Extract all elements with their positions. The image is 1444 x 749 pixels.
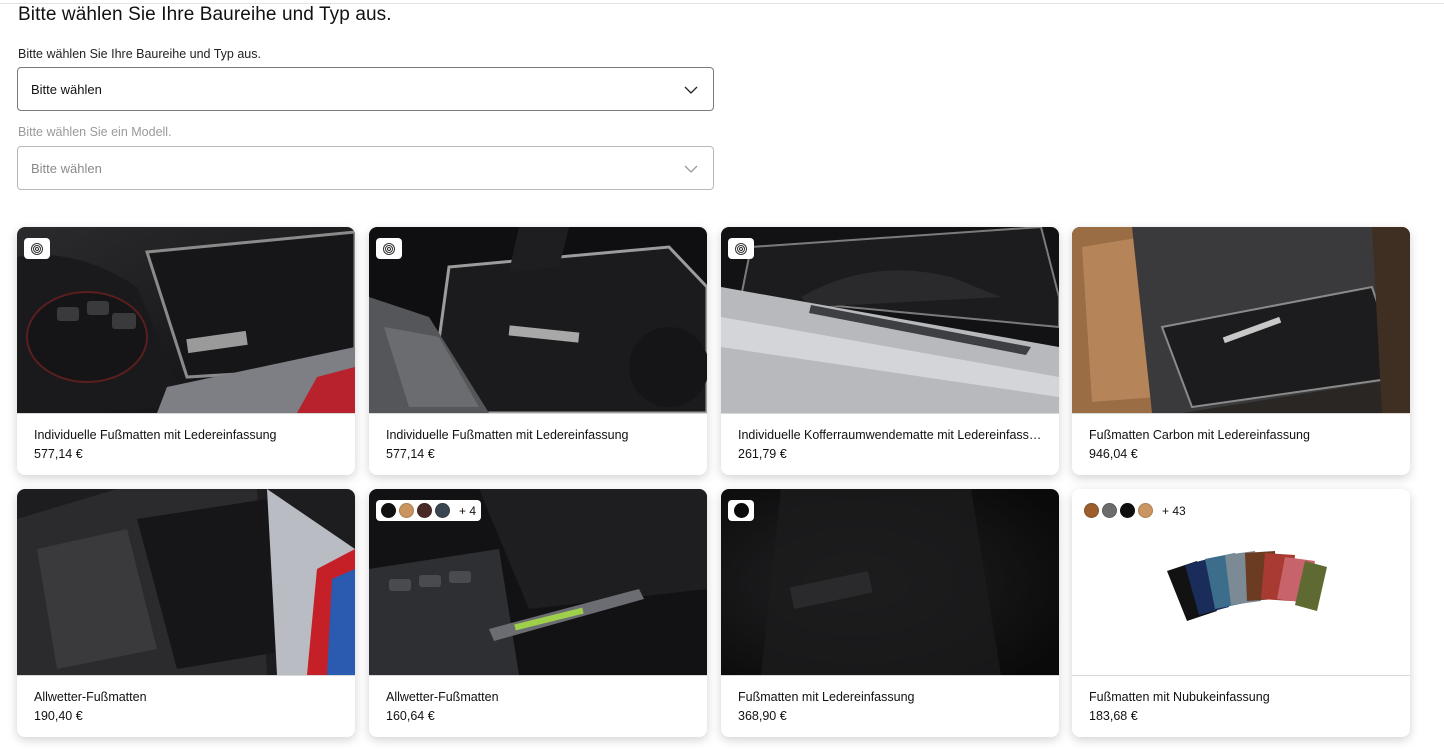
- model-select-value: Bitte wählen: [31, 160, 102, 176]
- product-info: Individuelle Kofferraumwendematte mit Le…: [721, 413, 1059, 475]
- product-card[interactable]: Fußmatten Carbon mit Ledereinfassung 946…: [1072, 227, 1410, 475]
- product-price: 577,14 €: [34, 447, 83, 461]
- fingerprint-icon: [735, 242, 747, 255]
- color-swatch: [1138, 503, 1153, 518]
- product-image: [17, 489, 355, 675]
- product-price: 183,68 €: [1089, 709, 1138, 723]
- product-price: 160,64 €: [386, 709, 435, 723]
- page-title: Bitte wählen Sie Ihre Baureihe und Typ a…: [18, 4, 392, 25]
- product-name: Fußmatten Carbon mit Ledereinfassung: [1089, 428, 1310, 442]
- product-card[interactable]: + 4 Allwetter-Fußmatten 160,64 €: [369, 489, 707, 737]
- model-select[interactable]: Bitte wählen: [17, 146, 714, 190]
- color-swatch: [1084, 503, 1099, 518]
- product-name: Individuelle Fußmatten mit Ledereinfassu…: [34, 428, 277, 442]
- product-image: + 43: [1072, 489, 1410, 675]
- product-info: Individuelle Fußmatten mit Ledereinfassu…: [369, 413, 707, 475]
- fingerprint-icon: [31, 242, 43, 255]
- color-swatches: [728, 500, 754, 521]
- color-swatch: [733, 503, 749, 518]
- product-card[interactable]: Allwetter-Fußmatten 190,40 €: [17, 489, 355, 737]
- product-name: Fußmatten mit Ledereinfassung: [738, 690, 915, 704]
- product-image: [721, 227, 1059, 413]
- product-price: 368,90 €: [738, 709, 787, 723]
- product-card[interactable]: Individuelle Fußmatten mit Ledereinfassu…: [17, 227, 355, 475]
- configurator-badge: [728, 238, 754, 259]
- color-swatches: + 43: [1079, 500, 1191, 521]
- product-price: 190,40 €: [34, 709, 83, 723]
- product-info: Fußmatten mit Ledereinfassung 368,90 €: [721, 675, 1059, 737]
- chevron-down-icon: [684, 86, 698, 94]
- product-image: [721, 489, 1059, 675]
- product-name: Fußmatten mit Nubukeinfassung: [1089, 690, 1270, 704]
- product-image: + 4: [369, 489, 707, 675]
- chevron-down-icon: [684, 165, 698, 173]
- product-card[interactable]: + 43 Fußmatten mit Nubukeinfassung 183,6…: [1072, 489, 1410, 737]
- product-name: Allwetter-Fußmatten: [34, 690, 147, 704]
- more-colors-count: + 43: [1162, 503, 1186, 518]
- product-image: [1072, 227, 1410, 413]
- product-name: Individuelle Fußmatten mit Ledereinfassu…: [386, 428, 629, 442]
- product-card[interactable]: Individuelle Kofferraumwendematte mit Le…: [721, 227, 1059, 475]
- product-price: 946,04 €: [1089, 447, 1138, 461]
- series-select-label: Bitte wählen Sie Ihre Baureihe und Typ a…: [18, 47, 261, 61]
- product-card[interactable]: Fußmatten mit Ledereinfassung 368,90 €: [721, 489, 1059, 737]
- model-select-label: Bitte wählen Sie ein Modell.: [18, 125, 172, 139]
- color-swatch: [1102, 503, 1117, 518]
- product-info: Fußmatten mit Nubukeinfassung 183,68 €: [1072, 675, 1410, 737]
- product-price: 577,14 €: [386, 447, 435, 461]
- product-info: Fußmatten Carbon mit Ledereinfassung 946…: [1072, 413, 1410, 475]
- color-swatches: + 4: [376, 500, 482, 521]
- series-select-value: Bitte wählen: [31, 81, 102, 97]
- product-info: Allwetter-Fußmatten 190,40 €: [17, 675, 355, 737]
- product-name: Individuelle Kofferraumwendematte mit Le…: [738, 428, 1043, 442]
- color-swatch: [381, 503, 396, 518]
- product-image: [17, 227, 355, 413]
- configurator-badge: [376, 238, 402, 259]
- product-image: [369, 227, 707, 413]
- product-name: Allwetter-Fußmatten: [386, 690, 499, 704]
- product-card[interactable]: Individuelle Fußmatten mit Ledereinfassu…: [369, 227, 707, 475]
- color-swatch: [399, 503, 414, 518]
- product-grid: Individuelle Fußmatten mit Ledereinfassu…: [17, 227, 1410, 747]
- product-info: Allwetter-Fußmatten 160,64 €: [369, 675, 707, 737]
- fingerprint-icon: [383, 242, 395, 255]
- product-info: Individuelle Fußmatten mit Ledereinfassu…: [17, 413, 355, 475]
- configurator-badge: [24, 238, 50, 259]
- more-colors-count: + 4: [459, 503, 477, 518]
- color-swatch: [417, 503, 432, 518]
- color-swatch: [1120, 503, 1135, 518]
- series-select[interactable]: Bitte wählen: [17, 67, 714, 111]
- color-swatch: [435, 503, 450, 518]
- product-price: 261,79 €: [738, 447, 787, 461]
